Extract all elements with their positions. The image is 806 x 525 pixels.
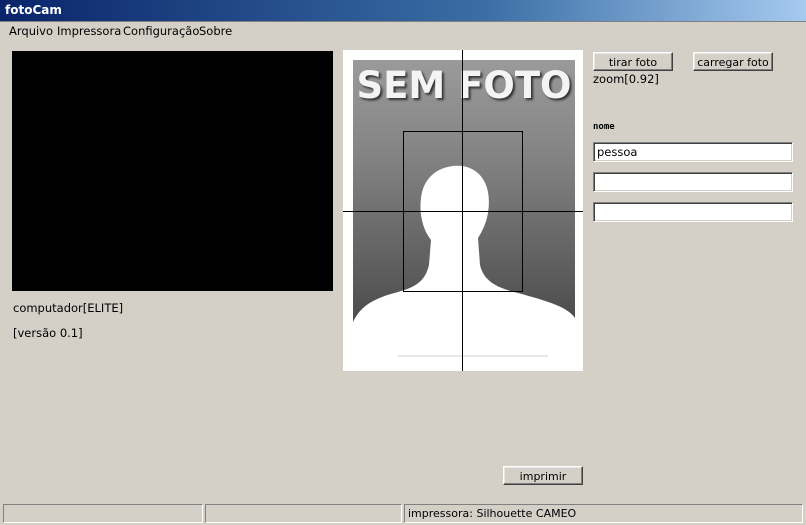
window-title: fotoCam [5,3,62,17]
menu-bar: Arquivo Impressora Configuração Sobre [0,22,806,40]
status-bar: impressora: Silhouette CAMEO [0,503,806,525]
print-button[interactable]: imprimir [503,466,583,485]
camera-preview [12,51,333,291]
menu-sobre[interactable]: Sobre [199,24,232,38]
menu-configuracao[interactable]: Configuração [123,24,199,38]
computer-label: computador[ELITE] [13,301,124,315]
status-panel-2 [205,504,402,523]
field-3[interactable] [593,202,793,222]
load-photo-button[interactable]: carregar foto [693,52,773,71]
printer-status: impressora: Silhouette CAMEO [404,504,803,523]
zoom-label: zoom[0.92] [593,72,659,86]
version-label: [versão 0.1] [13,326,83,340]
crop-frame[interactable] [403,131,523,292]
status-panel-1 [3,504,203,523]
title-bar: fotoCam [0,0,806,22]
menu-arquivo[interactable]: Arquivo [9,24,53,38]
field-2[interactable] [593,172,793,192]
name-field-label: nome [593,122,615,132]
no-photo-text: SEM FOTO [356,64,572,107]
menu-impressora[interactable]: Impressora [57,24,121,38]
take-photo-button[interactable]: tirar foto [593,52,673,71]
name-field[interactable] [593,142,793,162]
